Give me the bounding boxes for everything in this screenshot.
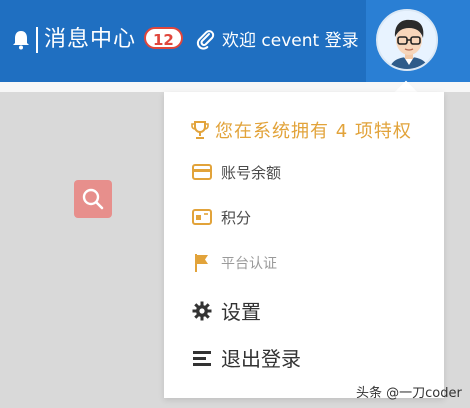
menu-item-label: 退出登录 (221, 347, 301, 371)
trophy-icon (191, 121, 209, 139)
top-navbar: 消息中心 12 欢迎 cevent 登录 (0, 0, 470, 82)
menu-item-label: 积分 (221, 208, 252, 227)
privilege-summary[interactable]: 您在系统拥有 4 项特权 (191, 115, 412, 145)
menu-item-label: 设置 (221, 300, 261, 324)
user-avatar[interactable] (376, 9, 438, 71)
message-center-link[interactable]: 消息中心 (44, 25, 136, 55)
menu-item-points[interactable]: 积分 (191, 206, 251, 228)
menu-item-logout[interactable]: 退出登录 (191, 343, 301, 372)
watermark-text: 头条 @一刀coder (356, 386, 462, 401)
paperclip-icon (196, 30, 216, 50)
header-divider (36, 27, 38, 53)
wallet-icon (191, 161, 213, 183)
bell-icon[interactable] (12, 30, 30, 50)
menu-item-settings[interactable]: 设置 (191, 296, 261, 325)
search-button[interactable] (74, 180, 112, 218)
menu-item-label: 账号余额 (221, 163, 282, 182)
search-icon (82, 188, 104, 210)
flag-icon (191, 252, 213, 274)
gear-icon (191, 300, 213, 322)
points-card-icon (191, 206, 213, 228)
privilege-text: 您在系统拥有 4 项特权 (215, 121, 412, 142)
logout-icon (191, 347, 213, 369)
menu-item-label: 平台认证 (221, 256, 277, 272)
page: 消息中心 12 欢迎 cevent 登录 您在系统拥有 4 项特权 账号余额 积… (0, 0, 470, 408)
welcome-text[interactable]: 欢迎 cevent 登录 (222, 29, 359, 53)
menu-item-platform-verification[interactable]: 平台认证 (191, 252, 277, 274)
menu-item-account-balance[interactable]: 账号余额 (191, 161, 281, 183)
unread-badge: 12 (144, 27, 183, 49)
